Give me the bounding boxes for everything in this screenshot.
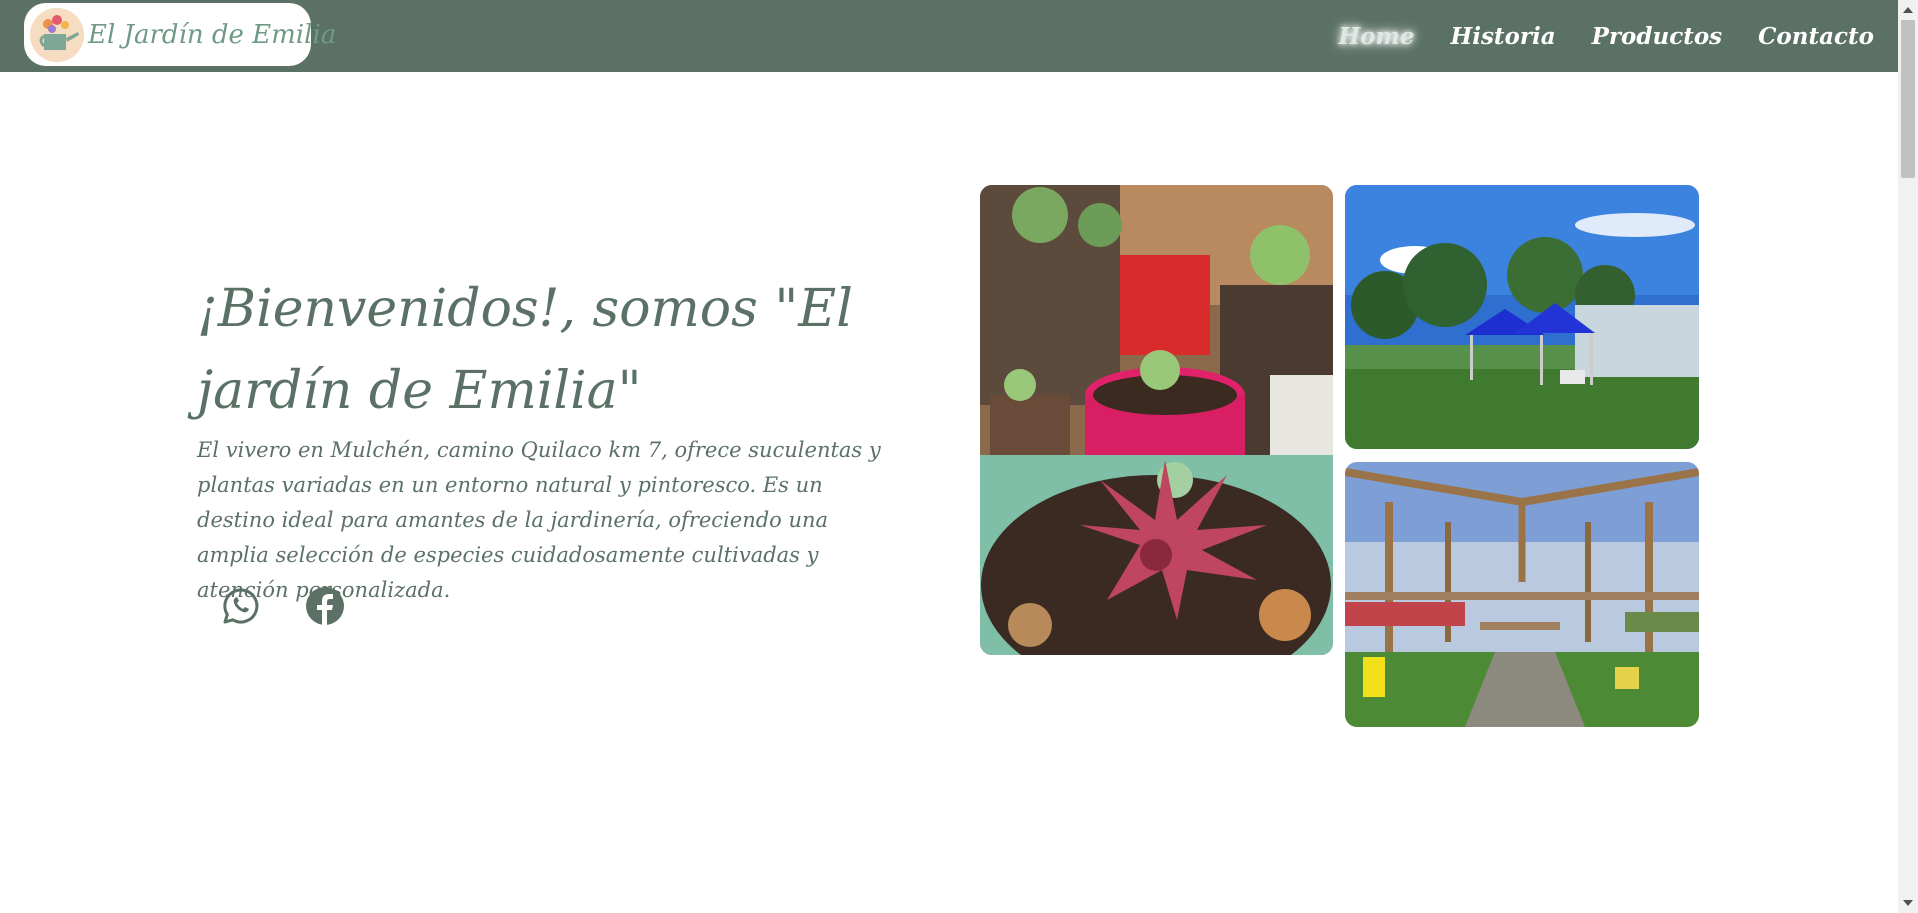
nav-contacto[interactable]: Contacto [1758,23,1874,50]
garden-tents-and-greenhouse-photo [1345,185,1699,449]
nav-home[interactable]: Home [1338,23,1414,50]
facebook-icon[interactable] [304,585,346,627]
main-nav: Home Historia Productos Contacto [1338,0,1874,72]
vertical-scrollbar[interactable] [1898,0,1918,913]
brand-name: El Jardín de Emilia [88,19,337,50]
nav-historia[interactable]: Historia [1451,23,1556,50]
navbar: El Jardín de Emilia Home Historia Produc… [0,0,1898,72]
social-links [220,585,346,627]
watering-can-flowers-icon [30,7,84,62]
brand-logo[interactable]: El Jardín de Emilia [24,3,336,66]
whatsapp-icon[interactable] [220,585,262,627]
nav-productos[interactable]: Productos [1592,23,1722,50]
hero-title: ¡Bienvenidos!, somos "El jardín de Emili… [197,279,853,421]
scroll-down-arrow-icon[interactable] [1903,900,1913,906]
succulents-in-pots-photo [980,185,1333,655]
scroll-up-arrow-icon[interactable] [1903,7,1913,13]
hero-description: El vivero en Mulchén, camino Quilaco km … [197,438,881,602]
greenhouse-interior-photo [1345,462,1699,727]
scrollbar-thumb[interactable] [1901,20,1915,178]
